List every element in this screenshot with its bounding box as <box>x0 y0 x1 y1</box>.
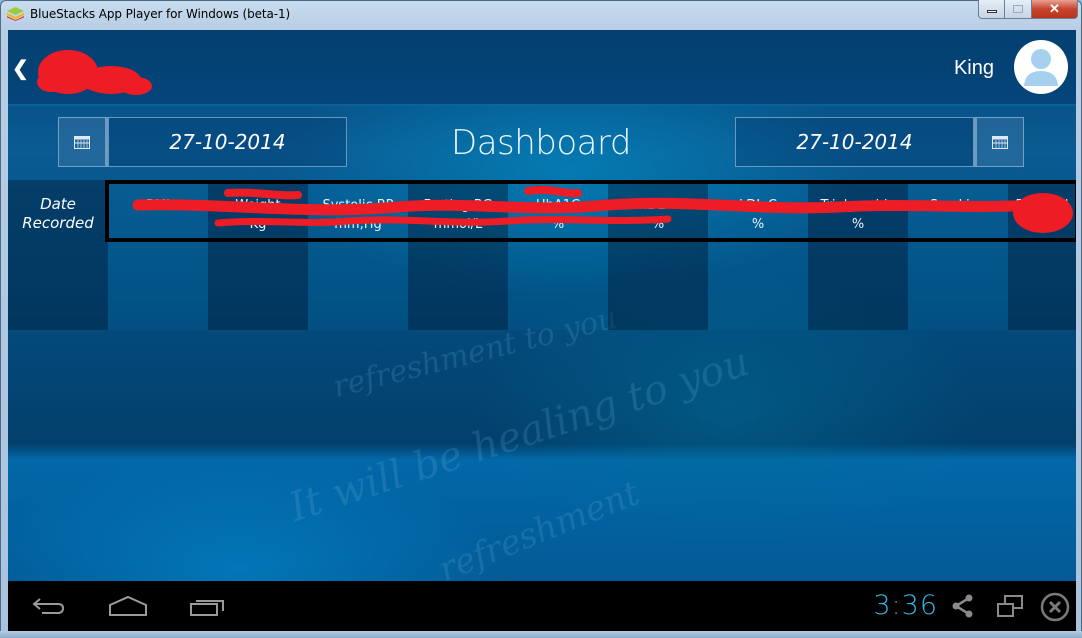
app-logo-redacted <box>37 50 152 95</box>
header-line: Recorded <box>22 214 94 232</box>
window-mode-icon[interactable] <box>996 594 1024 618</box>
end-date-picker: 27-10-2014 <box>735 117 1024 167</box>
start-date-field[interactable]: 27-10-2014 <box>108 117 347 167</box>
header-line: Date <box>40 195 76 213</box>
date-recorded-header: Date Recorded <box>8 195 108 233</box>
background-handwriting: refreshment <box>433 473 646 581</box>
maximize-icon <box>1013 5 1023 13</box>
close-window-button[interactable]: ✕ <box>1032 0 1078 19</box>
window-bottom-border <box>0 631 1082 638</box>
close-circle-icon[interactable] <box>1040 592 1070 622</box>
android-nav-bar: 3:36 <box>8 581 1076 631</box>
calendar-icon <box>74 135 90 149</box>
minimize-icon <box>986 10 997 13</box>
window-title: BlueStacks App Player for Windows (beta-… <box>30 7 291 21</box>
minimize-button[interactable] <box>978 0 1005 19</box>
back-icon[interactable] <box>30 595 66 615</box>
bluestacks-logo-icon <box>7 7 24 21</box>
highlight-box <box>105 180 1076 242</box>
page-title: Dashboard <box>451 123 631 163</box>
share-icon[interactable] <box>951 594 975 618</box>
app-header: ❮ King <box>8 30 1076 104</box>
close-icon: ✕ <box>1049 1 1060 16</box>
user-name: King <box>953 57 994 79</box>
title-bar[interactable]: BlueStacks App Player for Windows (beta-… <box>0 0 1082 30</box>
start-date-calendar-button[interactable] <box>58 117 108 167</box>
user-silhouette-icon <box>1024 49 1058 86</box>
home-icon[interactable] <box>108 595 148 617</box>
end-date-field[interactable]: 27-10-2014 <box>735 117 974 167</box>
end-date-calendar-button[interactable] <box>974 117 1024 167</box>
header-divider <box>8 104 1076 106</box>
recent-apps-icon[interactable] <box>190 595 228 617</box>
maximize-button[interactable] <box>1005 0 1032 19</box>
app-screen: refreshment to you It will be healing to… <box>8 30 1076 581</box>
user-avatar[interactable] <box>1014 40 1068 94</box>
clock: 3:36 <box>873 590 938 621</box>
calendar-icon <box>992 135 1008 149</box>
start-date-picker: 27-10-2014 <box>58 117 347 167</box>
window-controls: ✕ <box>978 0 1078 20</box>
